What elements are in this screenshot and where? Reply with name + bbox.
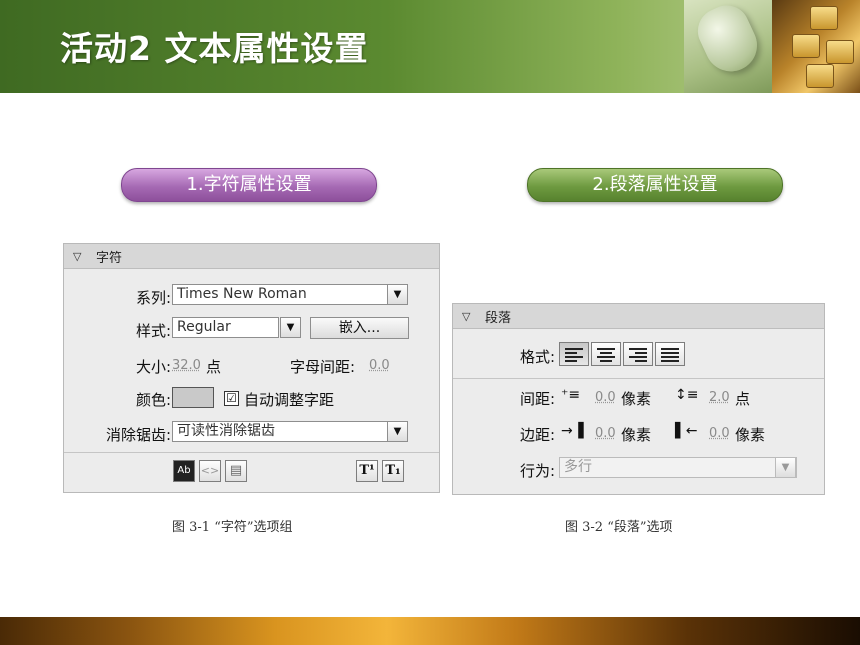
- keyboard-photo: [772, 0, 860, 93]
- font-style-select[interactable]: Regular: [172, 317, 279, 338]
- paragraph-panel-title: 段落: [485, 311, 512, 326]
- left-margin-icon: →▐: [561, 423, 584, 439]
- key-icon: [806, 64, 834, 88]
- behavior-label: 行为:: [519, 462, 555, 480]
- character-panel: ▽ 字符 系列: Times New Roman ▼ 样式: Regular ▼…: [63, 243, 440, 493]
- text-color-swatch[interactable]: [172, 387, 214, 408]
- align-justify-icon[interactable]: [655, 342, 685, 366]
- paragraph-panel-header[interactable]: ▽ 段落: [453, 304, 824, 329]
- para-properties-pill: 2.段落属性设置: [527, 168, 783, 202]
- antialias-select[interactable]: 可读性消除锯齿: [172, 421, 388, 442]
- collapse-triangle-icon[interactable]: ▽: [73, 250, 81, 263]
- key-icon: [826, 40, 854, 64]
- format-label: 格式:: [519, 348, 555, 366]
- align-right-icon[interactable]: [623, 342, 653, 366]
- chevron-down-icon[interactable]: ▼: [387, 421, 408, 442]
- slide-header: 活动2 文本属性设置: [0, 0, 860, 93]
- right-margin-value[interactable]: 0.0: [709, 426, 730, 441]
- align-left-icon[interactable]: [559, 342, 589, 366]
- size-label: 大小:: [135, 358, 171, 376]
- figure-caption-3-1: 图 3-1 “字符”选项组: [172, 520, 293, 535]
- margin-label: 边距:: [519, 426, 555, 444]
- chevron-down-icon[interactable]: ▼: [280, 317, 301, 338]
- line-spacing-value[interactable]: 2.0: [709, 390, 730, 405]
- chevron-down-icon[interactable]: ▼: [775, 457, 796, 478]
- font-family-select[interactable]: Times New Roman: [172, 284, 388, 305]
- key-icon: [810, 6, 838, 30]
- divider: [64, 452, 439, 453]
- collapse-triangle-icon[interactable]: ▽: [462, 310, 470, 323]
- left-margin-unit: 像素: [621, 426, 652, 444]
- paragraph-panel: ▽ 段落 格式: 间距: ⁺≡ 0.0 像素 ↕≡ 2.0 点 边距: →▐ 0…: [452, 303, 825, 495]
- superscript-icon[interactable]: T¹: [356, 460, 378, 482]
- slide-title: 活动2 文本属性设置: [60, 29, 369, 68]
- computer-mouse-icon: [690, 0, 766, 80]
- auto-kern-label: 自动调整字距: [244, 391, 335, 409]
- family-label: 系列:: [135, 289, 171, 307]
- indent-icon: ⁺≡: [561, 387, 581, 403]
- color-label: 颜色:: [135, 391, 171, 409]
- line-spacing-icon: ↕≡: [675, 387, 699, 403]
- right-margin-unit: 像素: [735, 426, 766, 444]
- align-center-icon[interactable]: [591, 342, 621, 366]
- selectable-icon[interactable]: Ab: [173, 460, 195, 482]
- slide-footer-bar: [0, 617, 860, 645]
- html-render-icon[interactable]: <>: [199, 460, 221, 482]
- left-margin-value[interactable]: 0.0: [595, 426, 616, 441]
- behavior-select[interactable]: 多行: [559, 457, 797, 478]
- right-margin-icon: ▌←: [675, 423, 698, 439]
- border-icon[interactable]: ▤: [225, 460, 247, 482]
- subscript-icon[interactable]: T₁: [382, 460, 404, 482]
- divider: [453, 378, 824, 379]
- key-icon: [792, 34, 820, 58]
- antialias-label: 消除锯齿:: [105, 426, 171, 444]
- size-unit: 点: [206, 358, 222, 376]
- letter-spacing-label: 字母间距:: [290, 358, 356, 376]
- indent-value[interactable]: 0.0: [595, 390, 616, 405]
- line-spacing-unit: 点: [735, 390, 751, 408]
- char-properties-pill: 1.字符属性设置: [121, 168, 377, 202]
- font-size-value[interactable]: 32.0: [172, 358, 201, 373]
- letter-spacing-value[interactable]: 0.0: [369, 358, 390, 373]
- figure-caption-3-2: 图 3-2 “段落”选项: [565, 520, 673, 535]
- character-panel-header[interactable]: ▽ 字符: [64, 244, 439, 269]
- chevron-down-icon[interactable]: ▼: [387, 284, 408, 305]
- spacing-label: 间距:: [519, 390, 555, 408]
- character-panel-title: 字符: [96, 251, 123, 266]
- mouse-photo: [684, 0, 772, 93]
- style-label: 样式:: [135, 322, 171, 340]
- auto-kern-checkbox[interactable]: ☑: [224, 391, 239, 406]
- indent-unit: 像素: [621, 390, 652, 408]
- embed-button[interactable]: 嵌入...: [310, 317, 409, 339]
